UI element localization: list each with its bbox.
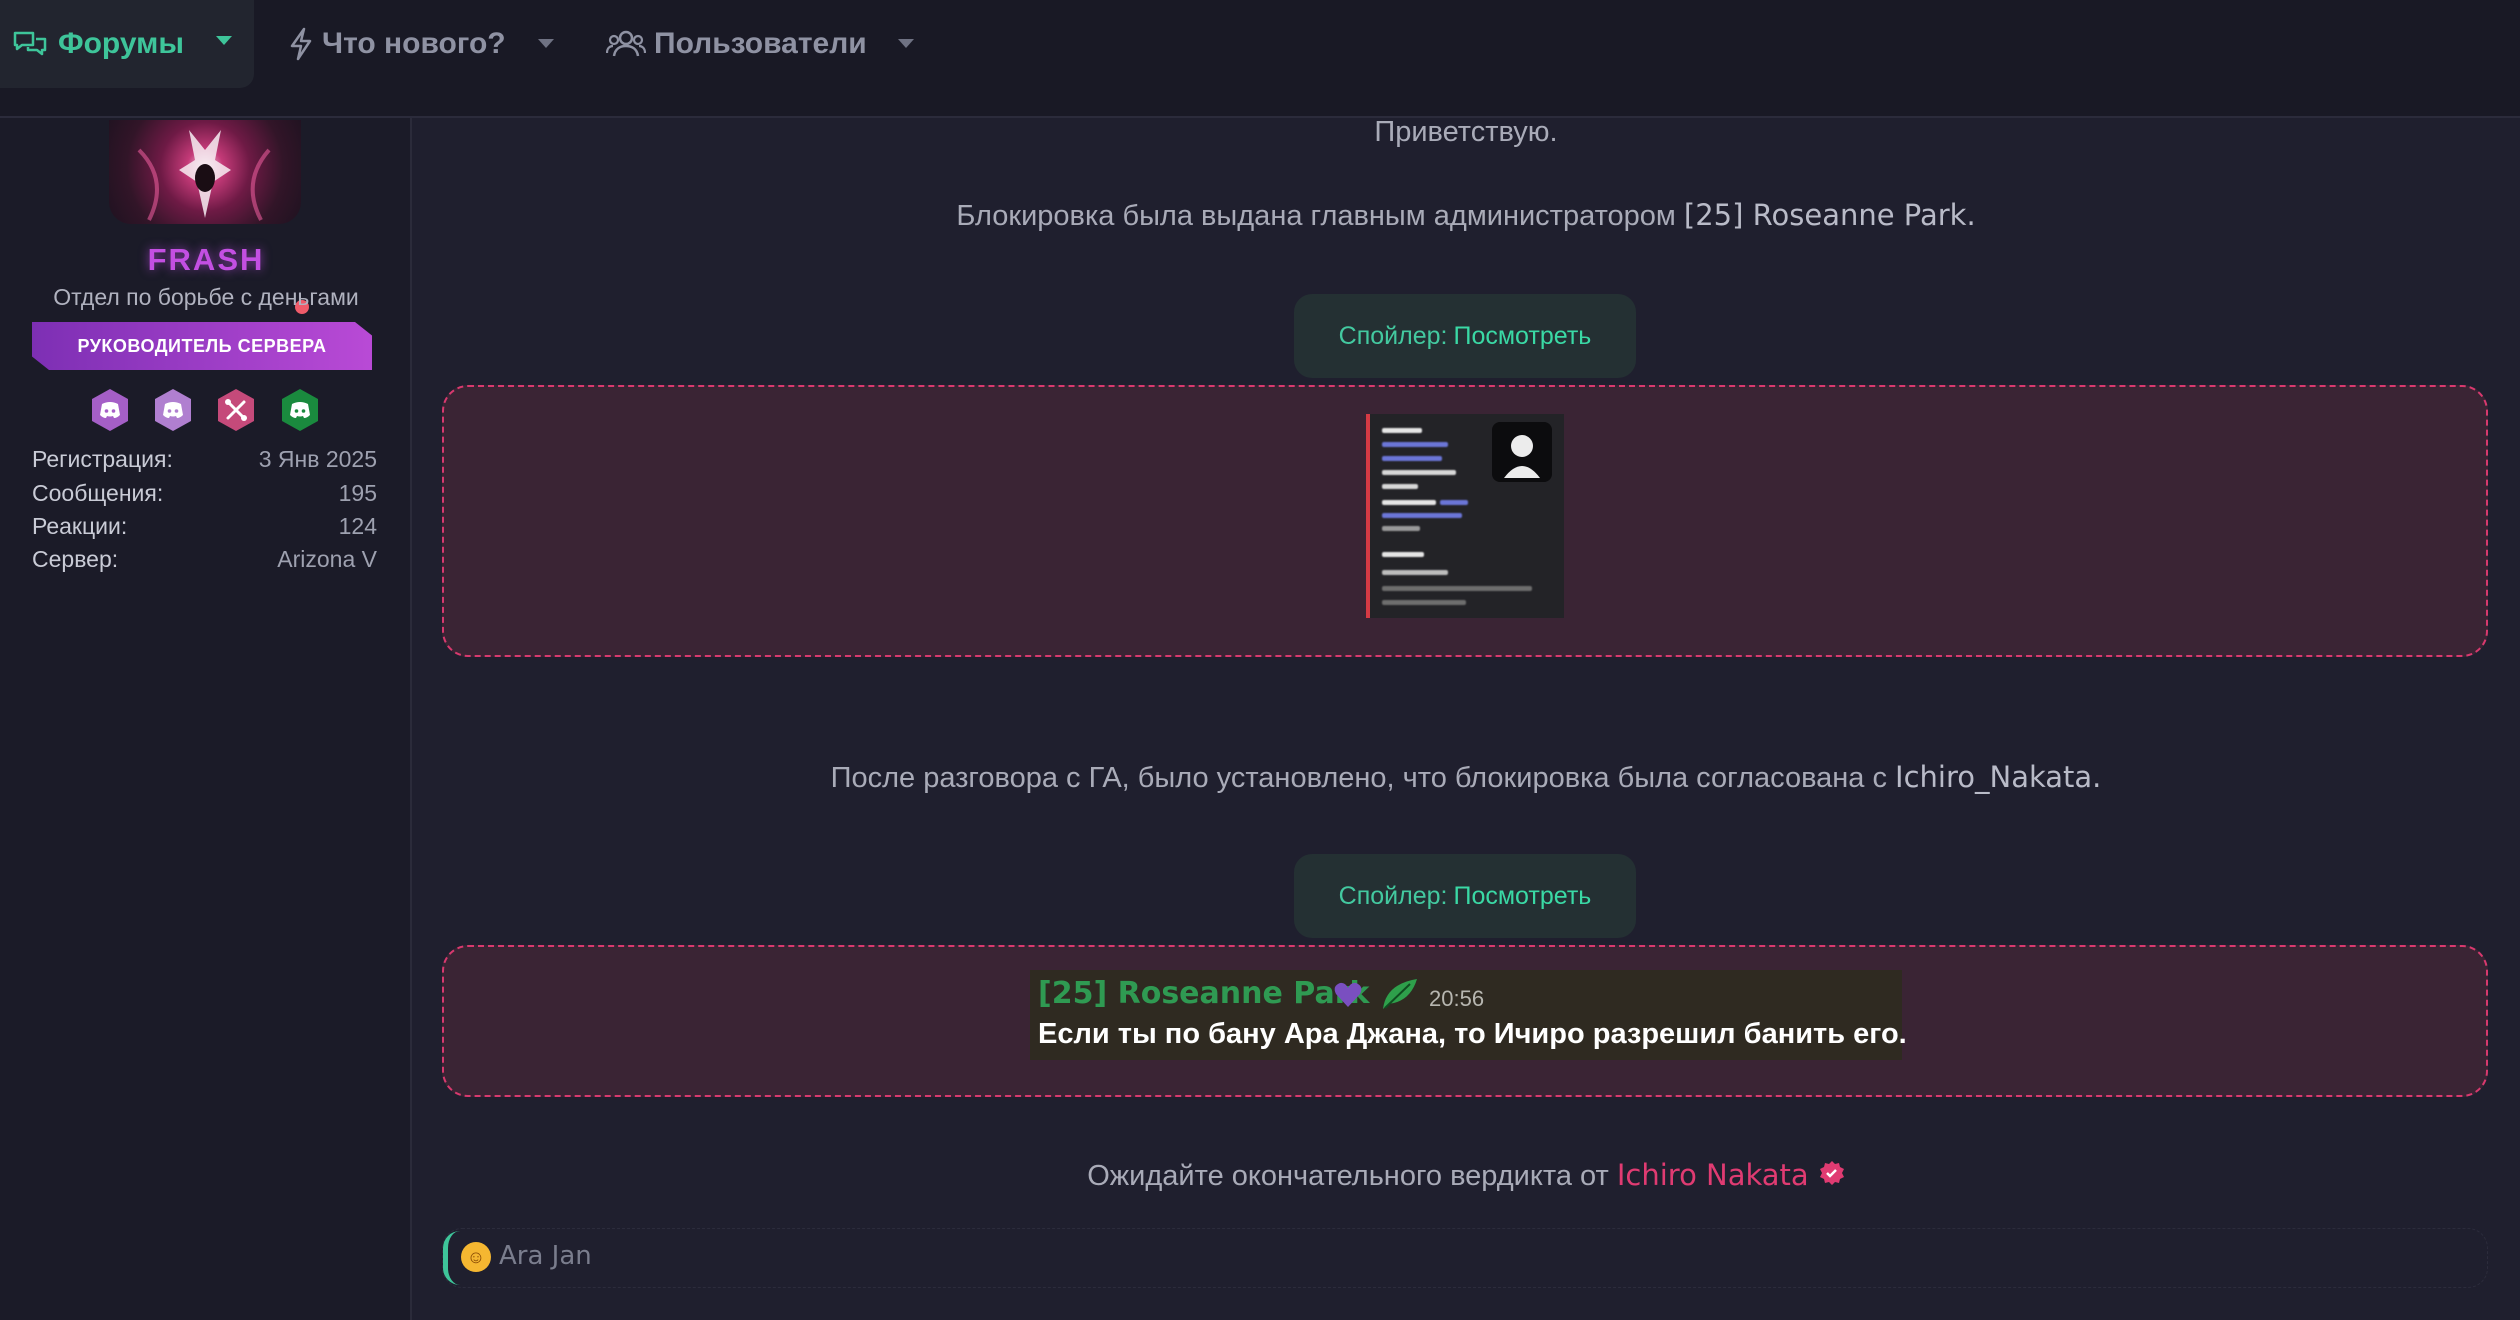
tab-users-label: Пользователи — [654, 27, 867, 60]
reaction-user[interactable]: Ara Jan — [499, 1241, 592, 1271]
stat-label-server: Сервер: — [32, 546, 119, 572]
spoiler-action: Посмотреть — [1453, 321, 1592, 350]
avatar[interactable] — [109, 120, 301, 224]
post-line-ban-issued-text: Блокировка была выдана главным администр… — [956, 200, 1684, 232]
spoiler-action: Посмотреть — [1453, 881, 1592, 910]
discord-badge-icon[interactable] — [153, 388, 193, 432]
post-verdict: Ожидайте окончательного вердикта от Ichi… — [412, 1158, 2520, 1194]
role-badge: РУКОВОДИТЕЛЬ СЕРВЕРА — [32, 322, 372, 370]
tab-users[interactable]: Пользователи — [606, 0, 867, 88]
tab-whats-new[interactable]: Что нового? — [288, 0, 506, 88]
reaction-accent — [443, 1231, 460, 1285]
leaf-icon — [1380, 976, 1420, 1017]
stat-label-registration: Регистрация: — [32, 446, 173, 472]
reactions-bar[interactable]: ☺ Ara Jan — [442, 1228, 2488, 1288]
discord-badge-icon[interactable] — [90, 388, 130, 432]
spoiler-label: Спойлер: — [1338, 881, 1448, 910]
user-title: Отдел по борьбе с деньгами — [53, 284, 359, 310]
lightning-icon — [288, 27, 314, 61]
post-line-ban-issued: Блокировка была выдана главным администр… — [412, 198, 2520, 233]
post-verdict-text: Ожидайте окончательного вердикта от — [1087, 1160, 1617, 1192]
post-line-agreement: После разговора с ГА, было установлено, … — [412, 760, 2520, 795]
top-navigation: Форумы Что нового? Пользователи — [0, 0, 2520, 118]
agreed-admin-name: Ichiro_Nakata. — [1895, 760, 2102, 794]
user-sidebar: FRASH Отдел по борьбе с деньгами РУКОВОД… — [0, 118, 412, 1320]
heart-emoji-icon — [1332, 978, 1364, 1015]
chat-screenshot-image[interactable]: [25] Roseanne Park 20:56 Если ты по бану… — [1030, 970, 1907, 1060]
stat-value-reactions: 124 — [338, 513, 377, 539]
rofl-emoji-icon: ☺ — [461, 1242, 491, 1272]
chevron-down-icon[interactable] — [536, 0, 556, 88]
spoiler-button[interactable]: Спойлер: Посмотреть — [1294, 854, 1636, 938]
tab-whats-new-label: Что нового? — [322, 27, 506, 60]
stat-value-messages[interactable]: 195 — [339, 480, 377, 507]
tab-forums[interactable]: Форумы — [0, 0, 254, 88]
users-icon — [606, 29, 646, 59]
chevron-down-icon[interactable] — [214, 34, 234, 48]
chat-message: Если ты по бану Ара Джана, то Ичиро разр… — [1038, 1018, 1907, 1050]
chat-bubbles-icon — [12, 29, 48, 59]
verdict-user-link[interactable]: Ichiro Nakata — [1617, 1158, 1809, 1192]
username[interactable]: FRASH — [0, 242, 412, 278]
stat-label-messages: Сообщения: — [32, 480, 164, 506]
chevron-down-icon[interactable] — [896, 0, 916, 88]
tab-forums-label: Форумы — [58, 27, 184, 60]
post-greeting: Приветствую. — [1374, 116, 1558, 148]
chat-time: 20:56 — [1429, 986, 1485, 1011]
admin-name: [25] Roseanne Park. — [1683, 198, 1976, 232]
discord-badge-icon[interactable] — [280, 388, 320, 432]
spoiler-button[interactable]: Спойлер: Посмотреть — [1294, 294, 1636, 378]
stat-value-registration: 3 Янв 2025 — [258, 446, 377, 472]
verified-badge-icon — [1819, 1160, 1845, 1194]
stat-value-server: Arizona V — [277, 546, 377, 572]
post-line-agreement-text: После разговора с ГА, было установлено, … — [830, 762, 1896, 794]
spoiler-label: Спойлер: — [1338, 321, 1448, 350]
blurred-screenshot-image[interactable] — [1366, 414, 1564, 618]
tools-badge-icon[interactable] — [216, 388, 256, 432]
stat-label-reactions: Реакции: — [32, 513, 128, 539]
blurred-avatar — [1492, 422, 1552, 482]
chat-author: [25] Roseanne Park — [1038, 976, 1370, 1011]
